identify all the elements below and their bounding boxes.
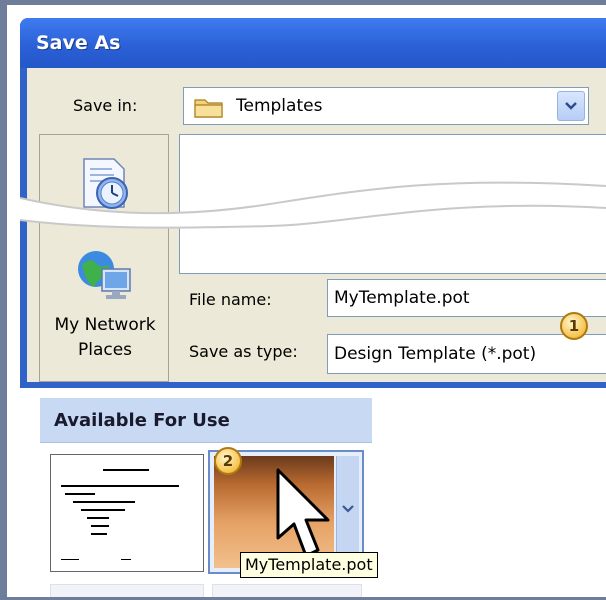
tooltip: MyTemplate.pot: [240, 552, 378, 578]
save-in-value: Templates: [236, 96, 323, 116]
panel-header: Available For Use: [40, 398, 372, 443]
mouse-pointer-icon: [276, 468, 330, 558]
thumb-text-line: [91, 525, 109, 527]
thumb-text-line: [65, 493, 95, 495]
outer-frame-left: [0, 0, 7, 600]
thumb-text-line: [73, 501, 135, 503]
chevron-down-icon: [342, 505, 354, 513]
my-network-places-label[interactable]: My Network Places: [40, 313, 170, 363]
file-name-value: MyTemplate.pot: [334, 288, 470, 308]
save-in-label: Save in:: [73, 96, 138, 115]
save-as-dialog: Save As Save in: Templates My Network Pl…: [20, 18, 606, 388]
save-as-type-value: Design Template (*.pot): [334, 344, 537, 364]
file-name-field[interactable]: MyTemplate.pot: [327, 279, 606, 317]
panel-title: Available For Use: [54, 410, 230, 431]
save-as-type-dropdown[interactable]: Design Template (*.pot): [327, 334, 606, 374]
thumb-footer-line: [121, 559, 131, 560]
callout-2-badge: 2: [214, 447, 242, 475]
design-thumbnail-default[interactable]: [50, 454, 204, 572]
outer-frame-top: [0, 0, 606, 5]
thumb-text-line: [91, 533, 107, 535]
network-places-icon[interactable]: [74, 247, 136, 309]
thumb-title-line: [103, 469, 149, 471]
thumb-footer-line: [61, 559, 79, 560]
chevron-down-icon: [565, 102, 577, 110]
thumb-text-line: [81, 509, 125, 511]
callout-1-badge: 1: [560, 312, 588, 340]
torn-edge-divider: [20, 181, 606, 229]
save-as-type-label: Save as type:: [189, 342, 298, 361]
title-bar[interactable]: Save As: [20, 18, 606, 68]
save-in-dropdown[interactable]: Templates: [183, 87, 589, 125]
folder-icon: [194, 99, 223, 118]
file-name-label: File name:: [189, 290, 272, 309]
thumb-text-line: [87, 517, 109, 519]
thumb-text-line: [61, 485, 179, 487]
save-in-dropdown-button[interactable]: [557, 91, 585, 121]
dialog-title: Save As: [36, 32, 121, 54]
